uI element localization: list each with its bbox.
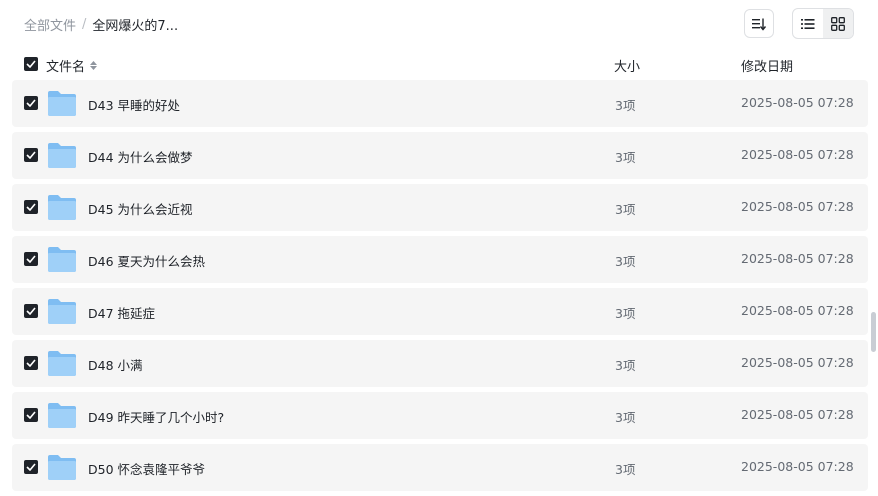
file-modified-date: 2025-08-05 07:28 bbox=[741, 355, 854, 370]
column-header-date[interactable]: 修改日期 bbox=[741, 56, 793, 75]
select-all-checkbox[interactable] bbox=[24, 57, 38, 71]
file-size: 3项 bbox=[615, 410, 636, 425]
check-icon bbox=[26, 359, 36, 367]
file-size: 3项 bbox=[615, 150, 636, 165]
check-icon bbox=[26, 255, 36, 263]
row-checkbox[interactable] bbox=[24, 252, 38, 266]
file-name[interactable]: D48 小满 bbox=[88, 355, 143, 374]
check-icon bbox=[26, 411, 36, 419]
file-size: 3项 bbox=[615, 202, 636, 217]
check-icon bbox=[26, 151, 36, 159]
row-checkbox[interactable] bbox=[24, 200, 38, 214]
row-checkbox[interactable] bbox=[24, 148, 38, 162]
table-row[interactable]: D50 怀念袁隆平爷爷 3项 2025-08-05 07:28 bbox=[12, 444, 868, 491]
row-checkbox[interactable] bbox=[24, 304, 38, 318]
table-row[interactable]: D49 昨天睡了几个小时? 3项 2025-08-05 07:28 bbox=[12, 392, 868, 439]
table-row[interactable]: D48 小满 3项 2025-08-05 07:28 bbox=[12, 340, 868, 387]
file-size: 3项 bbox=[615, 254, 636, 269]
check-icon bbox=[26, 99, 36, 107]
file-name[interactable]: D50 怀念袁隆平爷爷 bbox=[88, 459, 205, 478]
sort-button[interactable] bbox=[744, 9, 774, 38]
list-view-button[interactable] bbox=[793, 9, 823, 38]
table-row[interactable]: D45 为什么会近视 3项 2025-08-05 07:28 bbox=[12, 184, 868, 231]
view-switch bbox=[792, 8, 854, 39]
column-header-name[interactable]: 文件名 bbox=[46, 56, 98, 75]
file-name[interactable]: D43 早睡的好处 bbox=[88, 95, 180, 114]
file-list: D43 早睡的好处 3项 2025-08-05 07:28 D44 为什么会做梦 3项 2… bbox=[12, 80, 868, 496]
file-size: 3项 bbox=[615, 358, 636, 373]
check-icon bbox=[26, 60, 36, 68]
column-header-name-label: 文件名 bbox=[46, 60, 86, 75]
file-modified-date: 2025-08-05 07:28 bbox=[741, 147, 854, 162]
file-modified-date: 2025-08-05 07:28 bbox=[741, 199, 854, 214]
file-modified-date: 2025-08-05 07:28 bbox=[741, 303, 854, 318]
check-icon bbox=[26, 203, 36, 211]
breadcrumb-root-link[interactable]: 全部文件 bbox=[24, 15, 76, 34]
column-header-size[interactable]: 大小 bbox=[614, 56, 640, 75]
row-checkbox[interactable] bbox=[24, 408, 38, 422]
file-size: 3项 bbox=[615, 98, 636, 113]
file-name[interactable]: D47 拖延症 bbox=[88, 303, 155, 322]
check-icon bbox=[26, 463, 36, 471]
row-checkbox[interactable] bbox=[24, 460, 38, 474]
folder-icon bbox=[48, 91, 76, 116]
folder-icon bbox=[48, 403, 76, 428]
row-checkbox[interactable] bbox=[24, 356, 38, 370]
file-modified-date: 2025-08-05 07:28 bbox=[741, 407, 854, 422]
sort-caret-icon bbox=[90, 61, 98, 70]
check-icon bbox=[26, 307, 36, 315]
folder-icon bbox=[48, 195, 76, 220]
table-row[interactable]: D44 为什么会做梦 3项 2025-08-05 07:28 bbox=[12, 132, 868, 179]
file-name[interactable]: D45 为什么会近视 bbox=[88, 199, 193, 218]
file-name[interactable]: D44 为什么会做梦 bbox=[88, 147, 193, 166]
table-row[interactable]: D47 拖延症 3项 2025-08-05 07:28 bbox=[12, 288, 868, 335]
folder-icon bbox=[48, 455, 76, 480]
grid-view-icon bbox=[831, 16, 845, 31]
breadcrumb-separator: / bbox=[82, 17, 87, 32]
folder-icon bbox=[48, 247, 76, 272]
top-bar: 全部文件 / 全网爆火的7... bbox=[0, 0, 878, 48]
file-size: 3项 bbox=[615, 306, 636, 321]
file-size: 3项 bbox=[615, 462, 636, 477]
file-name[interactable]: D46 夏天为什么会热 bbox=[88, 251, 205, 270]
sort-icon bbox=[752, 18, 767, 31]
file-name[interactable]: D49 昨天睡了几个小时? bbox=[88, 407, 224, 426]
breadcrumb: 全部文件 / 全网爆火的7... bbox=[24, 15, 178, 34]
file-modified-date: 2025-08-05 07:28 bbox=[741, 251, 854, 266]
table-row[interactable]: D43 早睡的好处 3项 2025-08-05 07:28 bbox=[12, 80, 868, 127]
scrollbar-thumb[interactable] bbox=[871, 312, 876, 352]
folder-icon bbox=[48, 351, 76, 376]
folder-icon bbox=[48, 299, 76, 324]
file-modified-date: 2025-08-05 07:28 bbox=[741, 95, 854, 110]
row-checkbox[interactable] bbox=[24, 96, 38, 110]
breadcrumb-current: 全网爆火的7... bbox=[92, 19, 179, 34]
table-row[interactable]: D46 夏天为什么会热 3项 2025-08-05 07:28 bbox=[12, 236, 868, 283]
file-modified-date: 2025-08-05 07:28 bbox=[741, 459, 854, 474]
table-header: 文件名 大小 修改日期 bbox=[0, 50, 878, 78]
folder-icon bbox=[48, 143, 76, 168]
list-view-icon bbox=[801, 18, 815, 29]
grid-view-button[interactable] bbox=[823, 9, 853, 38]
